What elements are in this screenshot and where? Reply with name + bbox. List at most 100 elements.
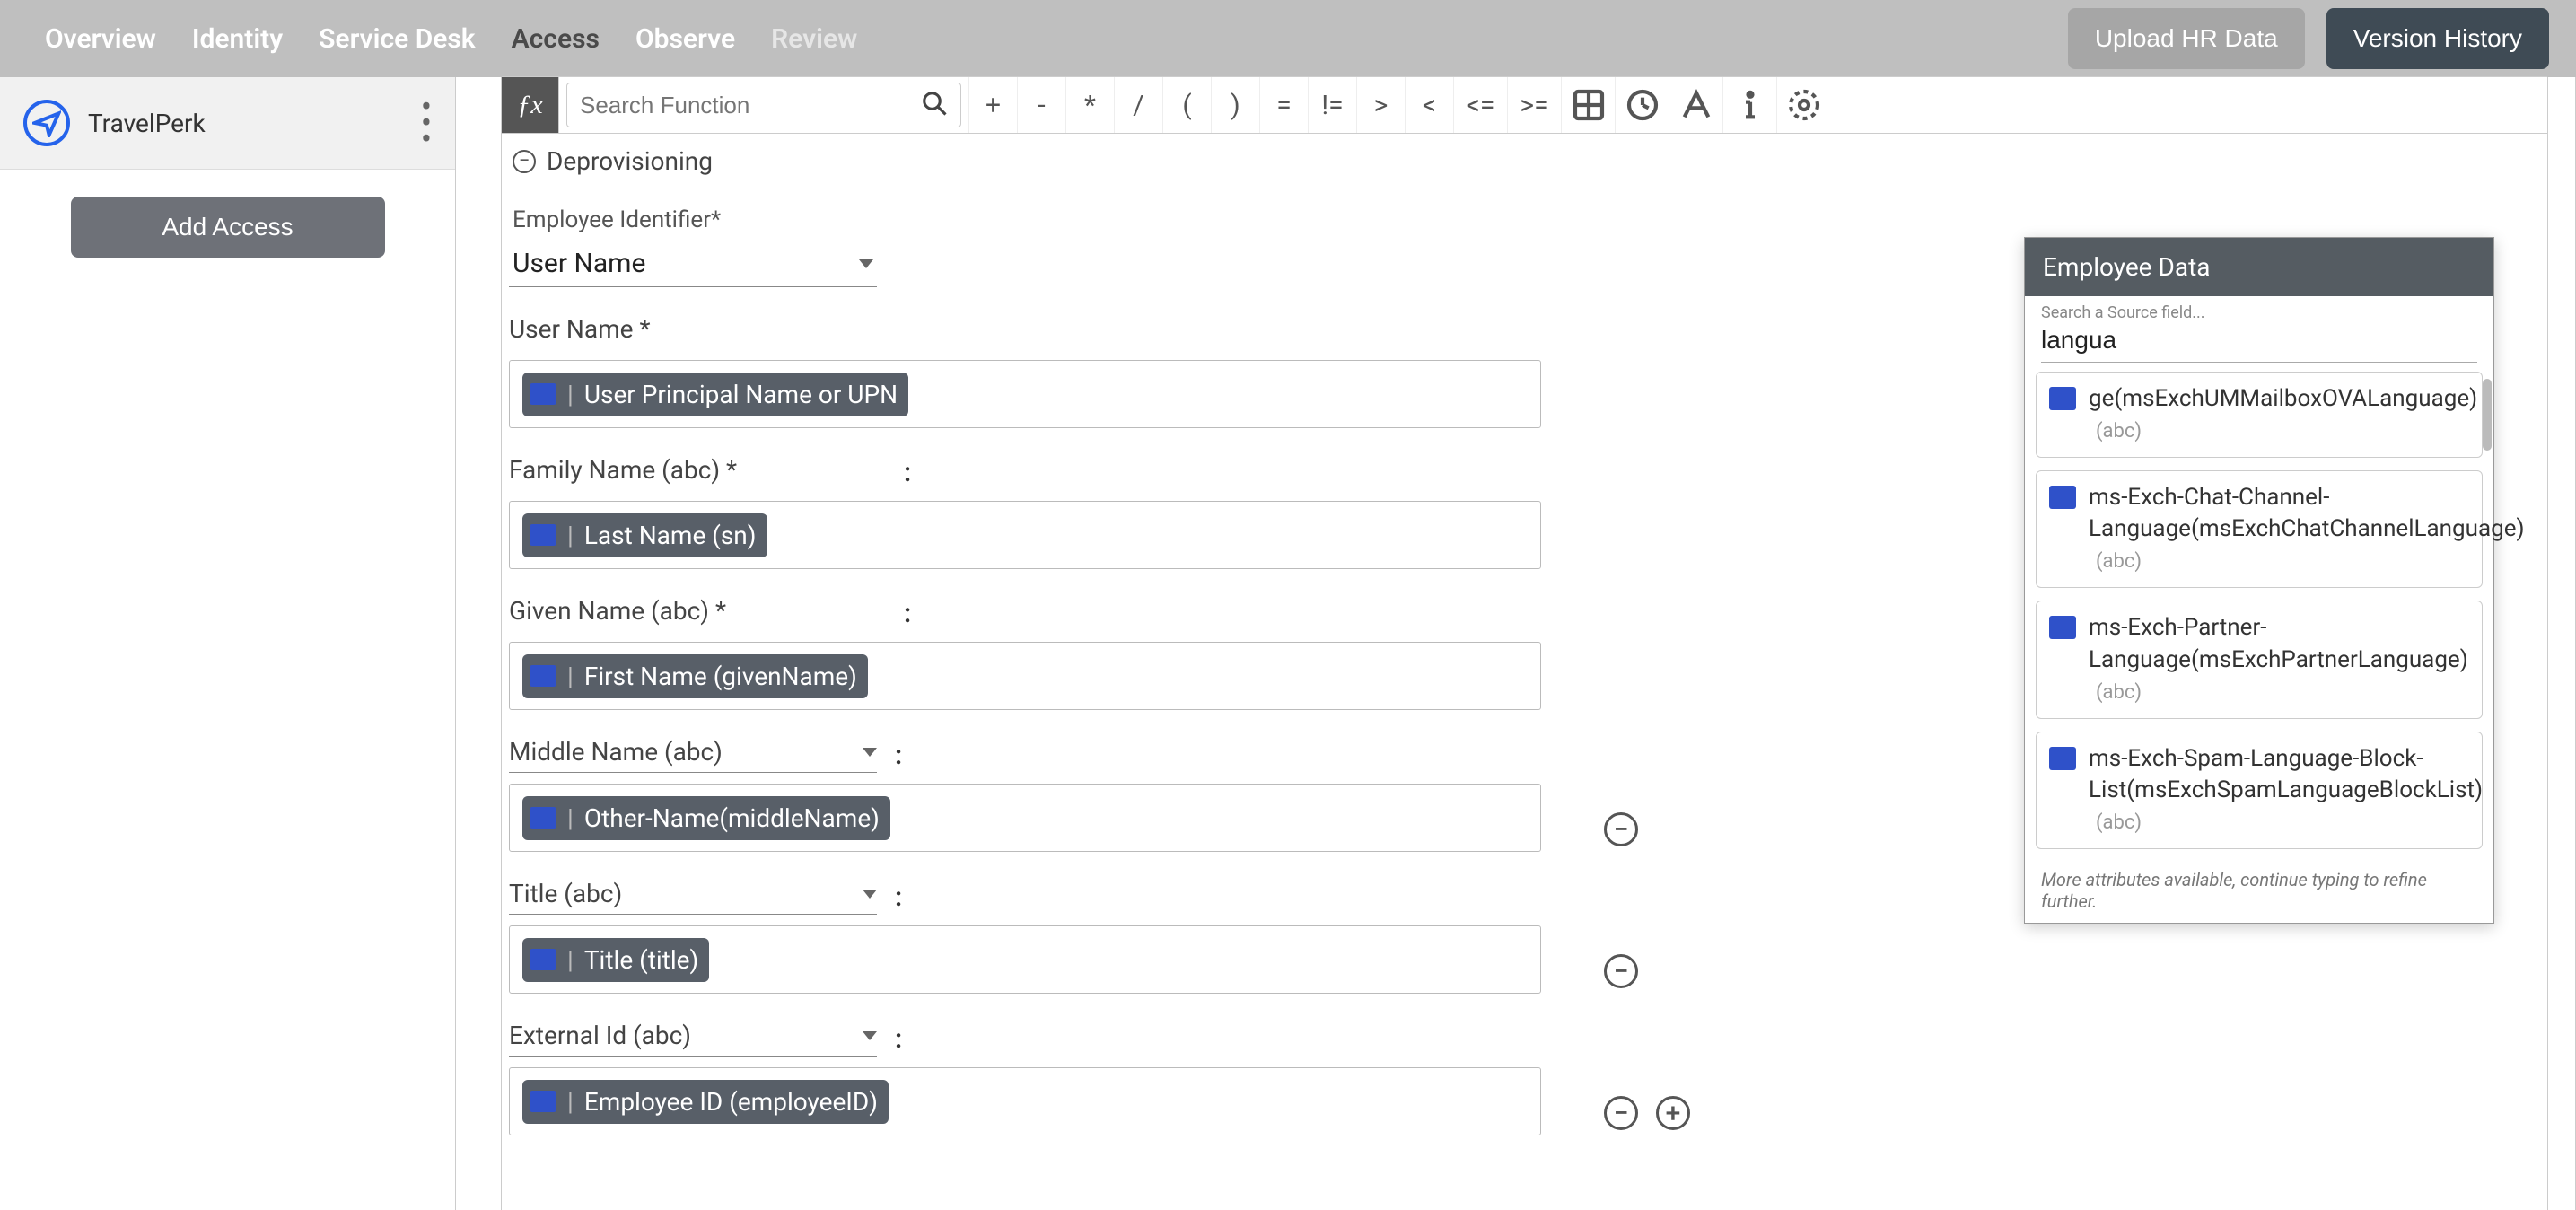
op-divide[interactable]: /: [1114, 77, 1162, 133]
employee-data-panel: Employee Data Search a Source field... g…: [2024, 237, 2494, 924]
employee-more-hint: More attributes available, continue typi…: [2025, 869, 2493, 923]
search-function-box[interactable]: [566, 83, 961, 127]
title-label: Title (abc): [509, 879, 622, 908]
info-icon[interactable]: [1722, 77, 1776, 133]
external-id-label: External Id (abc): [509, 1021, 691, 1050]
source-icon: [530, 807, 556, 829]
source-icon: [530, 665, 556, 687]
upload-hr-data-button[interactable]: Upload HR Data: [2068, 8, 2305, 69]
nav-review[interactable]: Review: [771, 23, 857, 55]
employee-search-label: Search a Source field...: [2025, 296, 2493, 322]
op-eq[interactable]: =: [1259, 77, 1308, 133]
given-name-input[interactable]: | First Name (givenName): [509, 642, 1541, 710]
op-plus[interactable]: +: [968, 77, 1017, 133]
formula-bar: ƒx + - * / ( ) = !=: [502, 76, 2547, 134]
title-pill-text: Title (title): [584, 945, 698, 975]
op-minus[interactable]: -: [1017, 77, 1065, 133]
employee-results: ge(msExchUMMailboxOVALanguage) (abc) ms-…: [2025, 372, 2493, 869]
top-nav: Overview Identity Service Desk Access Ob…: [18, 23, 2068, 55]
external-id-pill-text: Employee ID (employeeID): [584, 1087, 878, 1117]
deprovisioning-label: Deprovisioning: [547, 146, 713, 176]
nav-service-desk[interactable]: Service Desk: [319, 23, 476, 55]
middle-name-input[interactable]: | Other-Name(middleName): [509, 784, 1541, 852]
text-icon[interactable]: [1669, 77, 1722, 133]
calculator-icon[interactable]: [1561, 77, 1615, 133]
result-item[interactable]: ms-Exch-Partner-Language(msExchPartnerLa…: [2036, 601, 2483, 718]
result-text: ms-Exch-Spam-Language-Block-List(msExchS…: [2089, 745, 2483, 803]
collapse-icon[interactable]: −: [513, 150, 536, 173]
op-gte[interactable]: >=: [1507, 77, 1561, 133]
nav-overview[interactable]: Overview: [45, 23, 156, 55]
nav-observe[interactable]: Observe: [635, 23, 735, 55]
remove-row-button[interactable]: −: [1604, 812, 1638, 846]
source-icon: [530, 524, 556, 546]
family-name-pill-text: Last Name (sn): [584, 521, 757, 550]
external-id-input[interactable]: | Employee ID (employeeID): [509, 1067, 1541, 1135]
family-name-input[interactable]: | Last Name (sn): [509, 501, 1541, 569]
employee-identifier-value: User Name: [513, 248, 645, 279]
settings-icon[interactable]: [1776, 77, 1830, 133]
add-access-button[interactable]: Add Access: [71, 197, 385, 258]
result-text: ge(msExchUMMailboxOVALanguage): [2089, 385, 2477, 412]
op-gt[interactable]: >: [1356, 77, 1405, 133]
result-item[interactable]: ms-Exch-Chat-Channel-Language(msExchChat…: [2036, 470, 2483, 588]
given-name-pill-text: First Name (givenName): [584, 662, 857, 691]
result-item[interactable]: ms-Exch-Spam-Language-Block-List(msExchS…: [2036, 732, 2483, 849]
external-id-pill[interactable]: | Employee ID (employeeID): [522, 1080, 889, 1124]
family-name-pill[interactable]: | Last Name (sn): [522, 513, 767, 557]
fx-icon[interactable]: ƒx: [502, 77, 559, 133]
title-select[interactable]: Title (abc): [509, 879, 877, 915]
op-multiply[interactable]: *: [1065, 77, 1114, 133]
op-lt[interactable]: <: [1405, 77, 1453, 133]
op-neq[interactable]: !=: [1308, 77, 1356, 133]
title-pill[interactable]: | Title (title): [522, 938, 709, 982]
title-input[interactable]: | Title (title): [509, 925, 1541, 994]
op-lparen[interactable]: (: [1162, 77, 1211, 133]
middle-name-pill[interactable]: | Other-Name(middleName): [522, 796, 890, 840]
integration-name: TravelPerk: [88, 109, 403, 138]
nav-identity[interactable]: Identity: [192, 23, 283, 55]
source-icon: [2049, 486, 2076, 509]
integration-row[interactable]: TravelPerk •••: [0, 77, 455, 170]
external-id-select[interactable]: External Id (abc): [509, 1021, 877, 1057]
operator-group: + - * / ( ) = != > < <= >=: [968, 77, 1830, 133]
kebab-menu-icon[interactable]: •••: [421, 99, 432, 147]
add-row-button[interactable]: +: [1656, 1096, 1690, 1130]
nav-access[interactable]: Access: [512, 23, 600, 55]
middle-name-select[interactable]: Middle Name (abc): [509, 737, 877, 773]
result-text: ms-Exch-Partner-Language(msExchPartnerLa…: [2089, 614, 2468, 672]
user-name-pill[interactable]: | User Principal Name or UPN: [522, 373, 908, 416]
abc-tag: (abc): [2089, 811, 2142, 834]
clock-icon[interactable]: [1615, 77, 1669, 133]
user-name-input[interactable]: | User Principal Name or UPN: [509, 360, 1541, 428]
travelperk-icon: [23, 100, 70, 146]
result-item[interactable]: ge(msExchUMMailboxOVALanguage) (abc): [2036, 372, 2483, 458]
sidebar: TravelPerk ••• Add Access: [0, 77, 456, 1210]
version-history-button[interactable]: Version History: [2326, 8, 2549, 69]
colon: :: [904, 598, 911, 629]
remove-row-button[interactable]: −: [1604, 954, 1638, 988]
middle-name-label: Middle Name (abc): [509, 737, 723, 767]
op-lte[interactable]: <=: [1453, 77, 1507, 133]
chevron-down-icon: [863, 748, 877, 757]
op-rparen[interactable]: ): [1211, 77, 1259, 133]
search-icon[interactable]: [921, 90, 948, 120]
source-icon: [2049, 747, 2076, 770]
source-icon: [530, 383, 556, 405]
employee-search-input[interactable]: [2041, 322, 2477, 363]
colon: :: [895, 740, 902, 771]
remove-row-button[interactable]: −: [1604, 1096, 1638, 1130]
chevron-down-icon: [859, 259, 873, 268]
chevron-down-icon: [863, 1031, 877, 1040]
scrollbar-thumb[interactable]: [2483, 379, 2492, 451]
top-bar: Overview Identity Service Desk Access Ob…: [0, 0, 2576, 77]
abc-tag: (abc): [2089, 420, 2142, 443]
source-icon: [530, 1091, 556, 1112]
given-name-pill[interactable]: | First Name (givenName): [522, 654, 868, 698]
colon: :: [895, 1023, 902, 1055]
abc-tag: (abc): [2089, 681, 2142, 704]
result-text: ms-Exch-Chat-Channel-Language(msExchChat…: [2089, 484, 2525, 542]
search-function-input[interactable]: [580, 92, 912, 119]
family-name-label: Family Name (abc) *: [509, 455, 886, 490]
employee-identifier-select[interactable]: User Name: [509, 241, 877, 287]
